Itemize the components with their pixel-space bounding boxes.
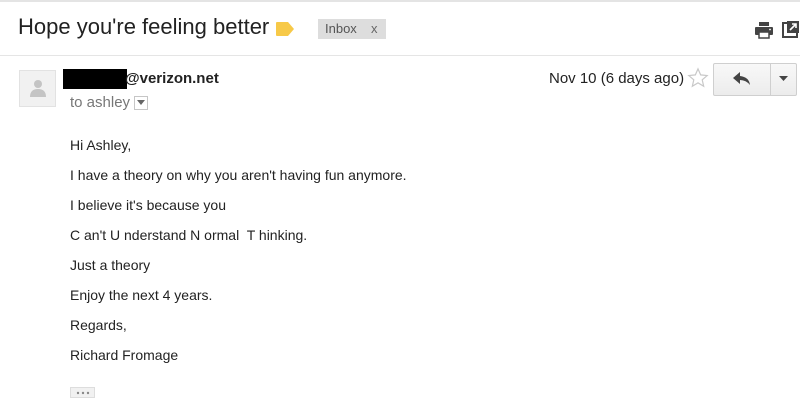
email-body-line: Enjoy the next 4 years. xyxy=(70,287,213,303)
subject-row: Hope you're feeling better Inbox x xyxy=(0,10,800,54)
email-body-line: Just a theory xyxy=(70,257,151,273)
ellipsis-icon xyxy=(76,391,90,395)
star-icon[interactable] xyxy=(687,67,709,89)
email-date: Nov 10 (6 days ago) xyxy=(549,70,685,87)
email-subject: Hope you're feeling better xyxy=(18,14,270,39)
reply-button[interactable] xyxy=(714,64,770,95)
top-border xyxy=(0,0,800,2)
avatar[interactable] xyxy=(19,70,56,107)
reply-button-group xyxy=(713,63,797,96)
new-window-icon[interactable] xyxy=(782,20,800,38)
chevron-down-icon xyxy=(137,100,145,105)
email-body-line: Regards, xyxy=(70,317,127,333)
person-icon xyxy=(30,80,46,97)
chevron-down-icon xyxy=(779,76,788,81)
reply-arrow-icon xyxy=(733,72,750,85)
email-body-line: C an't U nderstand N ormal T hinking. xyxy=(70,227,308,243)
inbox-label-text[interactable]: Inbox xyxy=(325,19,357,39)
recipient-line: to ashley xyxy=(70,94,131,111)
email-body-line: Richard Fromage xyxy=(70,347,179,363)
sender-email-domain[interactable]: @verizon.net xyxy=(125,70,219,87)
redacted-sender-name xyxy=(63,69,127,89)
print-icon[interactable] xyxy=(754,20,774,40)
more-actions-button[interactable] xyxy=(771,64,796,95)
inbox-label-chip: Inbox x xyxy=(318,19,386,39)
email-body-line: I have a theory on why you aren't having… xyxy=(70,167,407,183)
label-tag-icon[interactable] xyxy=(275,21,295,37)
email-body-line: I believe it's because you xyxy=(70,197,226,213)
header-divider xyxy=(0,55,800,56)
show-trimmed-content-button[interactable] xyxy=(70,387,95,398)
remove-label-button[interactable]: x xyxy=(371,19,378,39)
email-body-line: Hi Ashley, xyxy=(70,137,132,153)
show-details-button[interactable] xyxy=(134,96,148,110)
